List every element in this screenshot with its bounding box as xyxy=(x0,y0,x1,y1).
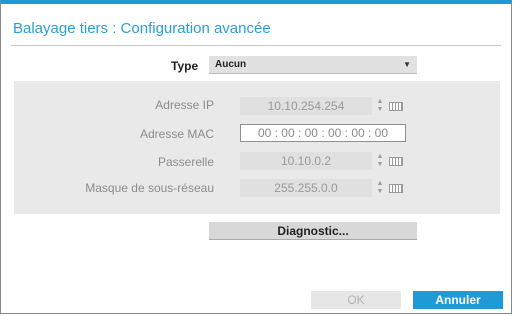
type-selected-value: Aucun xyxy=(215,59,247,70)
network-settings-panel: Adresse IP 10.10.254.254 ▲ ▼ Adresse MAC … xyxy=(14,81,500,214)
type-label: Type xyxy=(171,59,199,73)
gateway-spinner-icon[interactable]: ▲ ▼ xyxy=(376,153,384,169)
ip-keyboard-icon[interactable] xyxy=(389,102,403,111)
mac-label: Adresse MAC xyxy=(139,127,214,141)
title-divider xyxy=(11,45,501,46)
gateway-field[interactable]: 10.10.0.2 xyxy=(240,152,372,170)
type-dropdown[interactable]: Aucun ▼ xyxy=(209,56,417,74)
ip-label: Adresse IP xyxy=(155,98,214,112)
ok-button[interactable]: OK xyxy=(311,291,401,309)
subnet-spinner-icon[interactable]: ▲ ▼ xyxy=(376,180,384,196)
gateway-label: Passerelle xyxy=(157,155,214,169)
cancel-button[interactable]: Annuler xyxy=(413,291,503,309)
subnet-field[interactable]: 255.255.0.0 xyxy=(240,179,372,197)
chevron-down-icon: ▼ xyxy=(403,60,411,69)
mac-field[interactable]: 00 : 00 : 00 : 00 : 00 : 00 xyxy=(240,124,406,142)
ip-spinner-icon[interactable]: ▲ ▼ xyxy=(376,98,384,114)
dialog-title: Balayage tiers : Configuration avancée xyxy=(13,20,271,37)
diagnostic-button[interactable]: Diagnostic... xyxy=(209,222,417,240)
advanced-config-dialog: Balayage tiers : Configuration avancée T… xyxy=(0,0,512,314)
ip-field[interactable]: 10.10.254.254 xyxy=(240,97,372,115)
gateway-keyboard-icon[interactable] xyxy=(389,157,403,166)
subnet-keyboard-icon[interactable] xyxy=(389,184,403,193)
subnet-label: Masque de sous-réseau xyxy=(85,181,214,195)
